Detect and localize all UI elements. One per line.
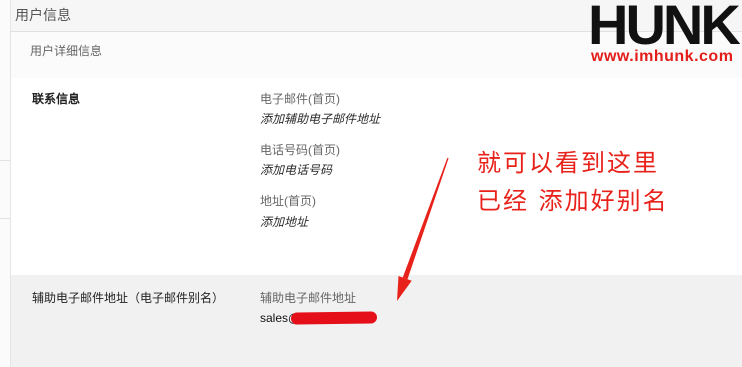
phone-field-label: 电话号码(首页) bbox=[260, 143, 340, 157]
alias-section-label: 辅助电子邮件地址（电子邮件别名） bbox=[32, 291, 225, 305]
background-page-strip bbox=[0, 0, 11, 367]
details-title: 用户详细信息 bbox=[30, 44, 103, 58]
address-field-value: 添加地址 bbox=[260, 215, 309, 229]
strip-divider bbox=[0, 218, 10, 219]
alias-field-label: 辅助电子邮件地址 bbox=[260, 291, 357, 305]
address-field-label: 地址(首页) bbox=[260, 194, 316, 208]
watermark-url: www.imhunk.com bbox=[591, 48, 734, 65]
strip-divider bbox=[0, 160, 10, 161]
contact-section-label: 联系信息 bbox=[32, 92, 81, 106]
redaction-mark bbox=[290, 311, 378, 325]
panel-title: 用户信息 bbox=[15, 7, 71, 23]
alias-section bbox=[11, 275, 742, 367]
hunk-logo: HUNK bbox=[588, 0, 741, 56]
email-field-label: 电子邮件(首页) bbox=[260, 92, 340, 106]
annotation-line-2: 已经 添加好别名 bbox=[477, 187, 669, 215]
annotation-line-1: 就可以看到这里 bbox=[477, 149, 659, 177]
email-field-value: 添加辅助电子邮件地址 bbox=[260, 112, 381, 126]
phone-field-value: 添加电话号码 bbox=[260, 163, 333, 177]
